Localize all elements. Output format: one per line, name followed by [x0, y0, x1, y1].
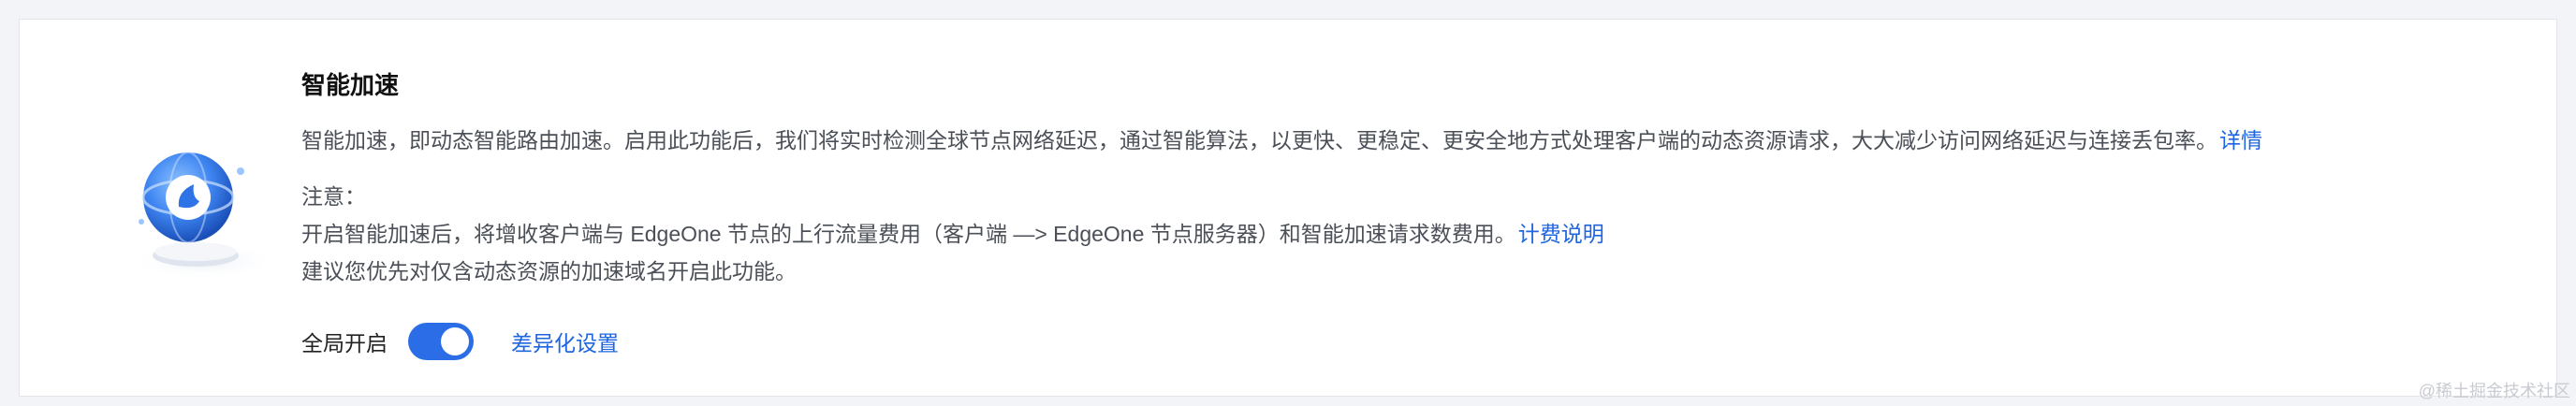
switch-knob: [441, 327, 469, 355]
feature-description: 智能加速，即动态智能路由加速。启用此功能后，我们将实时检测全球节点网络延迟，通过…: [301, 123, 2262, 154]
differential-settings-link[interactable]: 差异化设置: [511, 326, 619, 357]
note-billing: 开启智能加速后，将增收客户端与 EdgeOne 节点的上行流量费用（客户端 —>…: [301, 216, 1604, 248]
global-toggle-label: 全局开启: [301, 331, 388, 355]
details-link[interactable]: 详情: [2219, 128, 2262, 152]
description-text: 智能加速，即动态智能路由加速。启用此功能后，我们将实时检测全球节点网络延迟，通过…: [301, 128, 2217, 152]
section-title: 智能加速: [301, 71, 400, 99]
global-toggle-row: 全局开启 差异化设置: [301, 321, 619, 362]
billing-link[interactable]: 计费说明: [1518, 222, 1604, 246]
global-enable-switch[interactable]: [408, 323, 474, 360]
smart-acceleration-card: 智能加速 智能加速，即动态智能路由加速。启用此功能后，我们将实时检测全球节点网络…: [19, 19, 2557, 397]
note-title: 注意：: [301, 184, 366, 209]
note-billing-text: 开启智能加速后，将增收客户端与 EdgeOne 节点的上行流量费用（客户端 —>…: [301, 222, 1516, 246]
globe-acceleration-icon: [121, 141, 289, 291]
note-recommendation: 建议您优先对仅含动态资源的加速域名开启此功能。: [301, 259, 797, 283]
watermark: @稀土掘金技术社区: [2418, 382, 2570, 400]
